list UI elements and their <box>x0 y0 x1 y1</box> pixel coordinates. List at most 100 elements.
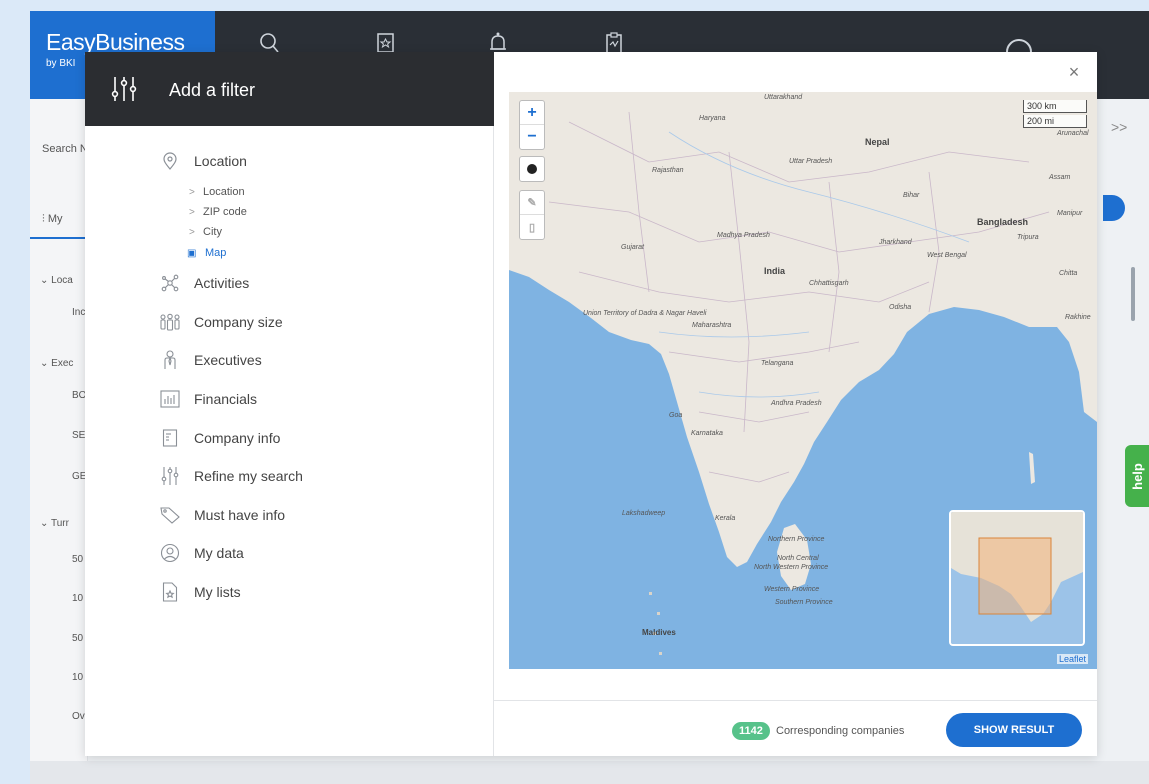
minimap-canvas <box>951 512 1083 644</box>
category-label: Must have info <box>194 507 286 523</box>
user-circle-icon <box>159 542 181 564</box>
draw-marker-control <box>519 156 545 182</box>
network-icon <box>159 272 181 294</box>
right-action-button[interactable] <box>1103 195 1125 221</box>
map-label: Bihar <box>903 192 920 199</box>
category-company-info[interactable]: Company info <box>159 426 280 450</box>
category-my-lists[interactable]: My lists <box>159 580 241 604</box>
map-label: Goa <box>669 412 683 419</box>
circle-marker-icon <box>527 164 537 174</box>
subfilter-map[interactable]: ▣ Map <box>187 247 226 259</box>
category-executives[interactable]: Executives <box>159 348 262 372</box>
scale-mi: 200 mi <box>1023 115 1087 128</box>
category-label: Financials <box>194 391 258 407</box>
chevron-right-icon: > <box>189 206 195 218</box>
person-tie-icon <box>159 349 181 371</box>
map-label: Union Territory of Dadra & Nagar Haveli <box>583 310 707 317</box>
map-label: Southern Province <box>775 599 833 606</box>
map-label: Nepal <box>865 137 890 147</box>
category-label: Executives <box>194 352 262 368</box>
map-label: Tripura <box>1017 234 1039 241</box>
map-label: Chitta <box>1059 270 1078 277</box>
chevron-right-icon: > <box>189 186 195 198</box>
tag-icon <box>159 504 181 526</box>
edit-button[interactable]: ✎ <box>520 191 544 215</box>
modal-header: Add a filter <box>85 52 494 126</box>
scrollbar[interactable] <box>1131 267 1135 321</box>
category-activities[interactable]: Activities <box>159 271 249 295</box>
bottom-strip <box>30 761 1149 784</box>
tab-label: My <box>47 213 63 225</box>
map-label: India <box>764 266 786 276</box>
map-label: Gujarat <box>621 244 644 251</box>
subfilter-city[interactable]: > City <box>189 226 222 238</box>
map-label: Rakhine <box>1065 314 1091 321</box>
sidebar-item-location[interactable]: ⌄ Loca <box>40 275 86 286</box>
map-view[interactable]: India Nepal Bangladesh Maldives Rajastha… <box>509 92 1097 669</box>
map-label: Bangladesh <box>977 217 1029 227</box>
modal-footer: 1142 Corresponding companies SHOW RESULT <box>494 700 1097 756</box>
show-result-button[interactable]: SHOW RESULT <box>946 713 1082 747</box>
add-filter-modal: Add a filter Location > Location > ZIP cod… <box>85 52 1097 756</box>
map-label: Kerala <box>715 515 736 522</box>
help-tab[interactable]: help <box>1125 445 1149 507</box>
map-label: Rajasthan <box>652 167 684 174</box>
category-financials[interactable]: Financials <box>159 387 257 411</box>
map-label: Maharashtra <box>692 322 732 329</box>
category-label: Refine my search <box>194 468 303 484</box>
map-label: Telangana <box>761 360 794 367</box>
category-refine-my-search[interactable]: Refine my search <box>159 464 303 488</box>
star-doc-icon <box>159 581 181 603</box>
modal-title: Add a filter <box>169 80 256 100</box>
chevron-right-icon: > <box>189 226 195 238</box>
map-icon: ▣ <box>187 247 197 259</box>
map-label: Haryana <box>699 115 726 122</box>
map-label: Jharkhand <box>879 239 912 246</box>
zoom-out-button[interactable]: − <box>520 125 544 149</box>
map-label: Manipur <box>1057 210 1083 217</box>
map-label: Odisha <box>889 304 912 311</box>
scale-km: 300 km <box>1023 100 1087 113</box>
document-icon <box>159 427 181 449</box>
zoom-in-button[interactable]: + <box>520 101 544 125</box>
trash-icon: ▯ <box>528 221 536 234</box>
category-my-data[interactable]: My data <box>159 541 244 565</box>
tab-my-filters[interactable]: ⫶ My <box>30 195 90 239</box>
category-label: Location <box>194 153 247 169</box>
map-label: Lakshadweep <box>622 510 666 517</box>
draw-marker-button[interactable] <box>520 157 544 181</box>
category-must-have-info[interactable]: Must have info <box>159 503 285 527</box>
filter-category-panel: Add a filter Location > Location > ZIP cod… <box>85 52 494 756</box>
map-label: Maldives <box>642 628 676 637</box>
sidebar-item-executives[interactable]: ⌄ Exec <box>40 358 86 369</box>
sliders-icon <box>111 77 137 101</box>
edit-icon: ✎ <box>527 197 537 209</box>
map-label: Arunachal <box>1057 130 1089 137</box>
map-label: Madhya Pradesh <box>717 232 770 239</box>
map-attribution[interactable]: Leaflet <box>1057 654 1089 664</box>
map-label: Assam <box>1049 174 1071 181</box>
category-label: My data <box>194 545 244 561</box>
people-icon <box>159 311 181 333</box>
map-label: North Central <box>777 555 819 562</box>
map-label: Chhattisgarh <box>809 280 849 287</box>
map-label: Karnataka <box>691 430 723 437</box>
category-label: Activities <box>194 275 250 291</box>
map-label: Uttarakhand <box>764 94 803 101</box>
category-location[interactable]: Location <box>159 149 247 173</box>
expand-arrows[interactable]: >> <box>1111 119 1127 135</box>
map-label: Andhra Pradesh <box>771 400 822 407</box>
sidebar-item-turnover[interactable]: ⌄ Turr <box>40 518 86 529</box>
category-company-size[interactable]: Company size <box>159 310 283 334</box>
close-button[interactable]: × <box>1064 62 1084 82</box>
result-count-badge: 1142 <box>732 722 770 740</box>
subfilter-zip-code[interactable]: > ZIP code <box>189 206 247 218</box>
delete-button[interactable]: ▯ <box>520 215 544 239</box>
category-label: Company size <box>194 314 283 330</box>
map-label: Uttar Pradesh <box>789 158 833 165</box>
edit-controls: ✎ ▯ <box>519 190 545 240</box>
result-count-label: Corresponding companies <box>776 725 905 737</box>
subfilter-location[interactable]: > Location <box>189 186 245 198</box>
minimap[interactable] <box>949 510 1085 646</box>
map-label: Northern Province <box>768 536 825 543</box>
